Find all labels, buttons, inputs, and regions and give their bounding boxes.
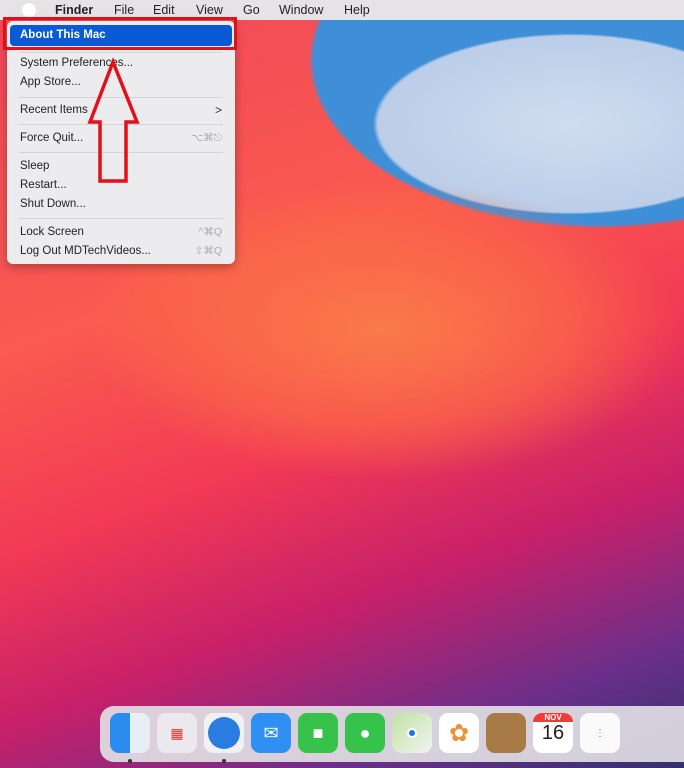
annotation-arrow-icon [87,57,140,183]
facetime-icon[interactable]: ■ [298,713,338,753]
maps-icon[interactable] [392,713,432,753]
calendar-icon[interactable]: NOV 16 [533,713,573,753]
calendar-day: 16 [541,722,565,744]
mail-icon[interactable]: ✉ [251,713,291,753]
safari-icon[interactable] [204,713,244,763]
contacts-icon[interactable] [486,713,526,753]
reminders-icon[interactable]: ⋮ [580,713,620,753]
finder-icon[interactable] [110,713,150,763]
dock: ▦ ✉ ■ ● ✿ NOV 16 ⋮ [100,706,684,763]
launchpad-icon[interactable]: ▦ [157,713,197,753]
messages-icon[interactable]: ● [345,713,385,753]
calendar-month: NOV [533,713,573,722]
photos-icon[interactable]: ✿ [439,713,479,753]
